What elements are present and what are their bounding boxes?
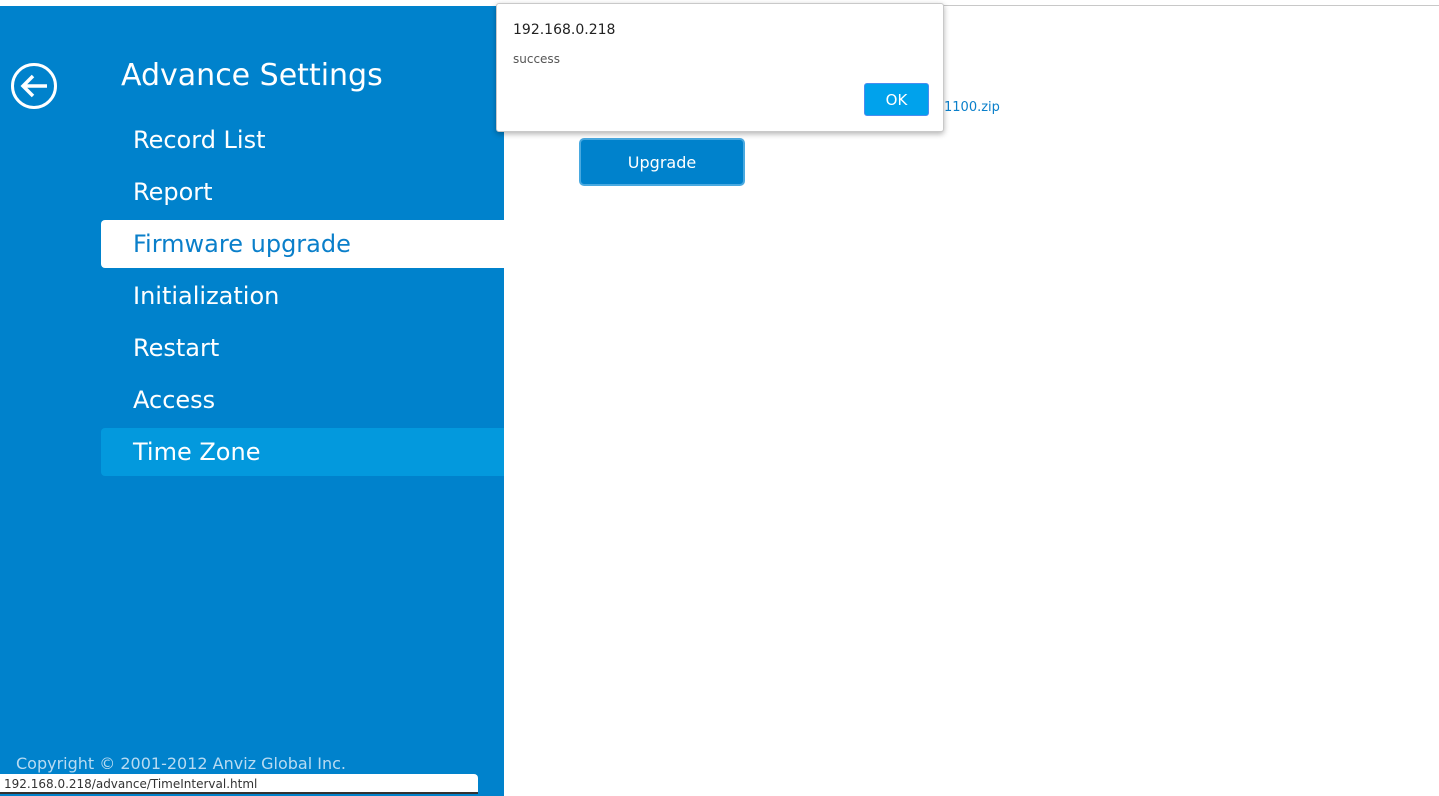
- selected-file-name: 1100.zip: [944, 100, 1000, 115]
- dialog-title: 192.168.0.218: [513, 22, 616, 38]
- copyright: Copyright © 2001-2012 Anviz Global Inc.: [16, 754, 346, 773]
- sidebar-nav: Record List Report Firmware upgrade Init…: [101, 116, 504, 480]
- back-button[interactable]: [10, 62, 58, 110]
- sidebar-title: Advance Settings: [121, 58, 383, 93]
- sidebar-item-restart[interactable]: Restart: [101, 324, 504, 372]
- status-bar-url: 192.168.0.218/advance/TimeInterval.html: [0, 774, 478, 794]
- dialog-message: success: [513, 52, 560, 66]
- sidebar-item-initialization[interactable]: Initialization: [101, 272, 504, 320]
- alert-dialog: 192.168.0.218 success OK: [496, 3, 944, 132]
- sidebar-item-record-list[interactable]: Record List: [101, 116, 504, 164]
- sidebar-item-access[interactable]: Access: [101, 376, 504, 424]
- ok-button[interactable]: OK: [864, 83, 929, 116]
- sidebar-item-time-zone[interactable]: Time Zone: [101, 428, 504, 476]
- sidebar-item-firmware-upgrade[interactable]: Firmware upgrade: [101, 220, 504, 268]
- sidebar-item-report[interactable]: Report: [101, 168, 504, 216]
- sidebar: Advance Settings Record List Report Firm…: [0, 6, 504, 796]
- arrow-left-circle-icon: [11, 63, 57, 109]
- upgrade-button[interactable]: Upgrade: [579, 138, 745, 186]
